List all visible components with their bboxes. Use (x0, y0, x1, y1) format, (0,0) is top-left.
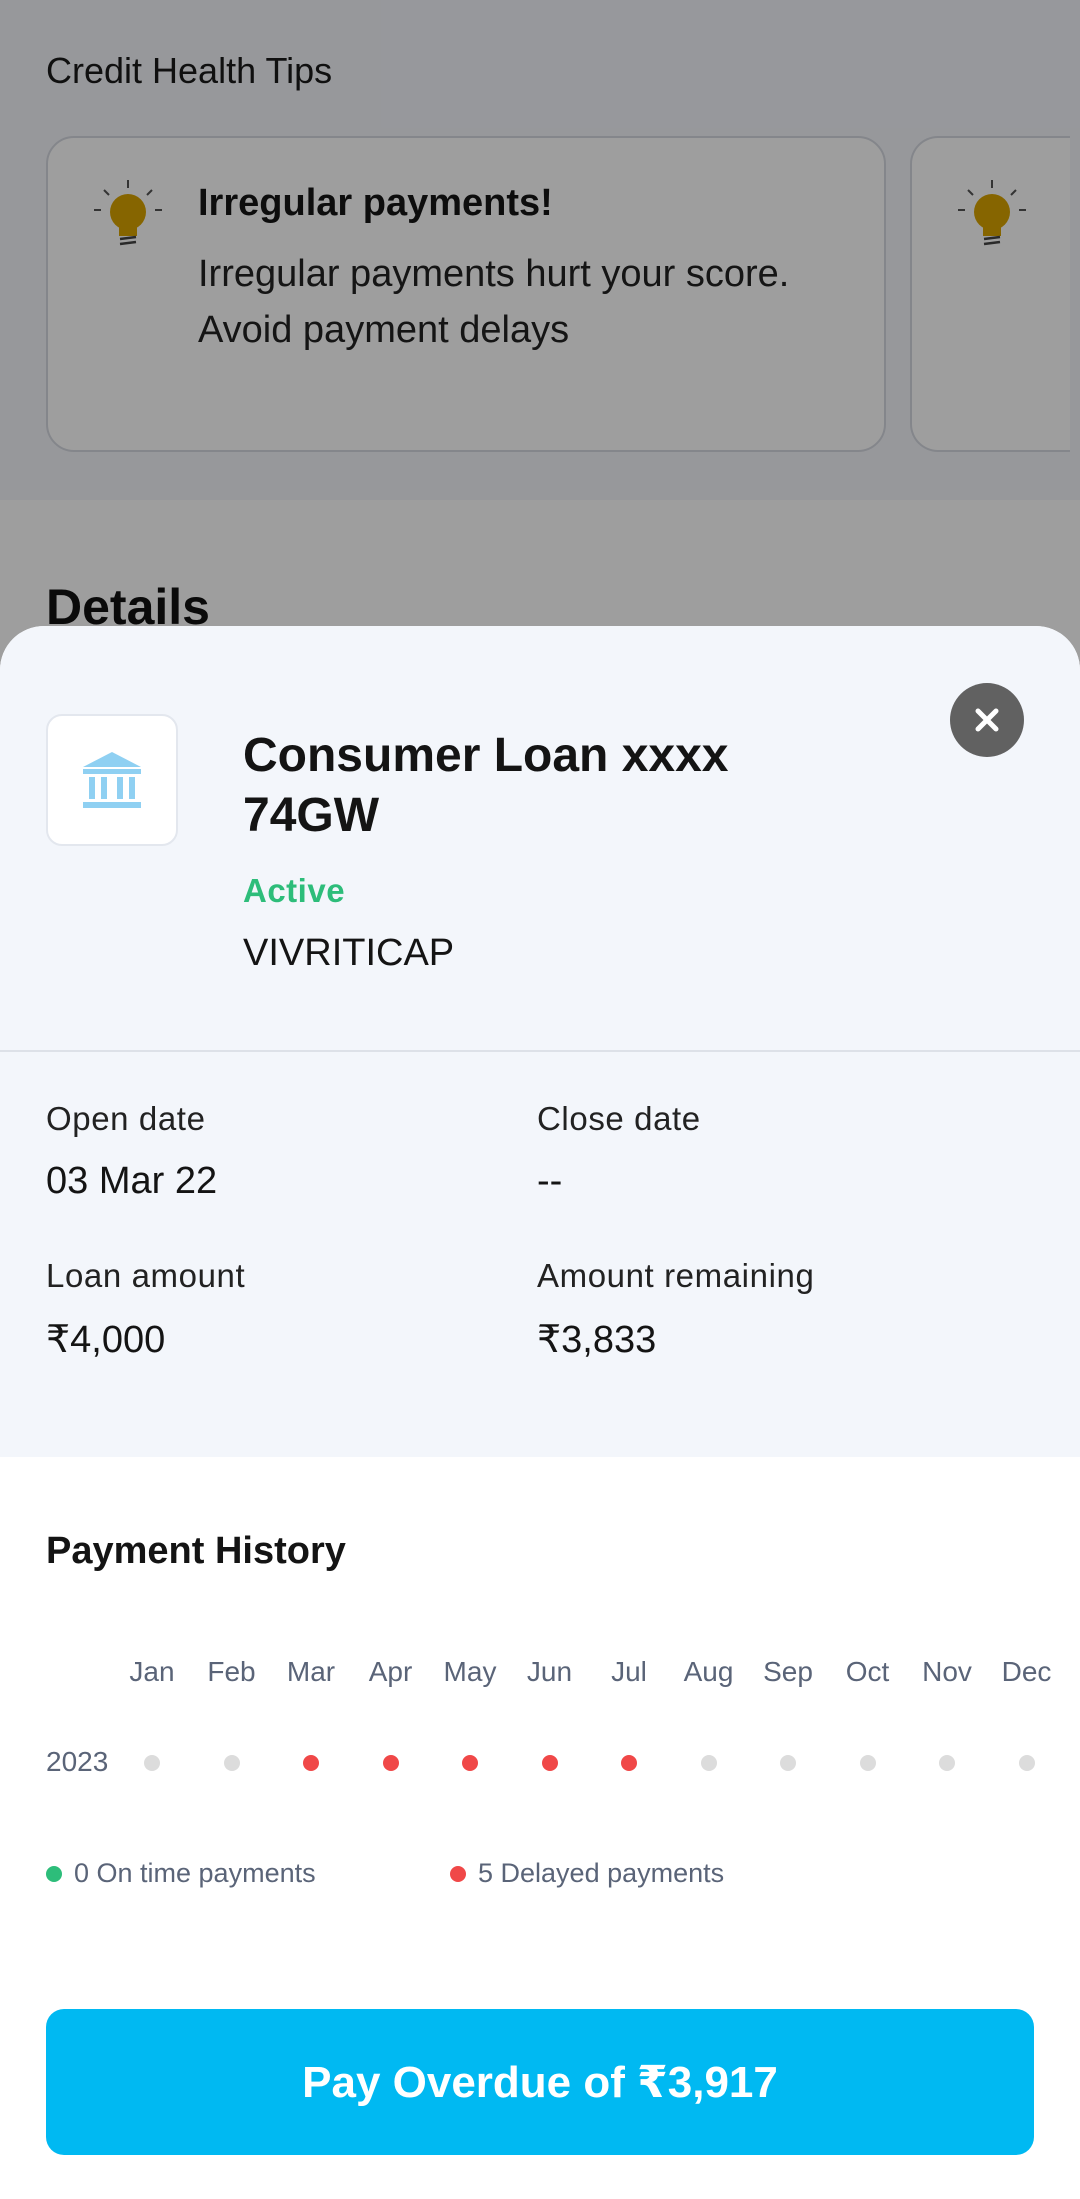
loan-amount-value: ₹4,000 (46, 1319, 166, 1361)
divider (0, 1050, 1080, 1052)
bank-logo (46, 714, 178, 846)
close-date-value: -- (537, 1160, 563, 1202)
payment-status-dot (621, 1755, 637, 1771)
legend-delayed: 5 Delayed payments (450, 1858, 724, 1889)
payment-status-dot (462, 1755, 478, 1771)
payment-status-dot (382, 1755, 399, 1771)
month-label: Apr (368, 1656, 413, 1687)
close-icon (975, 708, 999, 732)
legend-on-time-label: 0 On time payments (74, 1858, 316, 1888)
payment-status-dot (700, 1755, 717, 1771)
month-label: Nov (922, 1656, 972, 1687)
loan-summary-panel: Consumer Loan xxxx 74GW Active VIVRITICA… (0, 626, 1080, 1457)
payment-status-dot (223, 1755, 240, 1771)
open-date-value: 03 Mar 22 (46, 1160, 218, 1202)
amount-remaining-label: Amount remaining (537, 1257, 815, 1294)
loan-amount-label: Loan amount (46, 1257, 246, 1294)
bank-icon (83, 752, 141, 808)
lender-name: VIVRITICAP (243, 932, 455, 974)
payment-history-title: Payment History (46, 1530, 346, 1572)
legend-on-time: 0 On time payments (46, 1858, 316, 1889)
month-label: Mar (286, 1656, 336, 1687)
amount-remaining-value: ₹3,833 (537, 1319, 657, 1361)
close-button[interactable] (950, 683, 1024, 757)
payment-status-dot (144, 1755, 160, 1771)
loan-title: Consumer Loan xxxx 74GW (243, 729, 729, 842)
month-label: Jun (526, 1656, 573, 1687)
loan-detail-sheet: Consumer Loan xxxx 74GW Active VIVRITICA… (0, 626, 1080, 2199)
payment-status-dot (303, 1755, 319, 1771)
close-date-label: Close date (537, 1100, 701, 1137)
month-label: Jul (611, 1656, 647, 1687)
delayed-dot (450, 1865, 466, 1882)
on-time-dot (46, 1865, 62, 1882)
payment-status-dot (780, 1755, 796, 1771)
month-label: Dec (1001, 1656, 1052, 1687)
month-label: Sep (763, 1656, 813, 1687)
payment-status-dot (939, 1755, 955, 1771)
payment-status-dot (859, 1755, 876, 1771)
screen: Credit Health Tips Irregular payments! I… (0, 0, 1080, 2199)
month-label: May (443, 1656, 497, 1687)
month-label: Jan (129, 1656, 175, 1687)
month-label: Oct (845, 1656, 890, 1687)
month-label: Aug (683, 1656, 734, 1687)
legend-delayed-label: 5 Delayed payments (478, 1858, 725, 1888)
payment-status-dot (1018, 1755, 1035, 1771)
open-date-label: Open date (46, 1100, 206, 1137)
pay-overdue-button[interactable]: Pay Overdue of ₹3,917 (46, 2009, 1034, 2155)
payment-status-dot (541, 1755, 558, 1771)
status-badge: Active (243, 872, 346, 909)
payment-history-year: 2023 (46, 1746, 109, 1777)
month-label: Feb (207, 1656, 256, 1687)
